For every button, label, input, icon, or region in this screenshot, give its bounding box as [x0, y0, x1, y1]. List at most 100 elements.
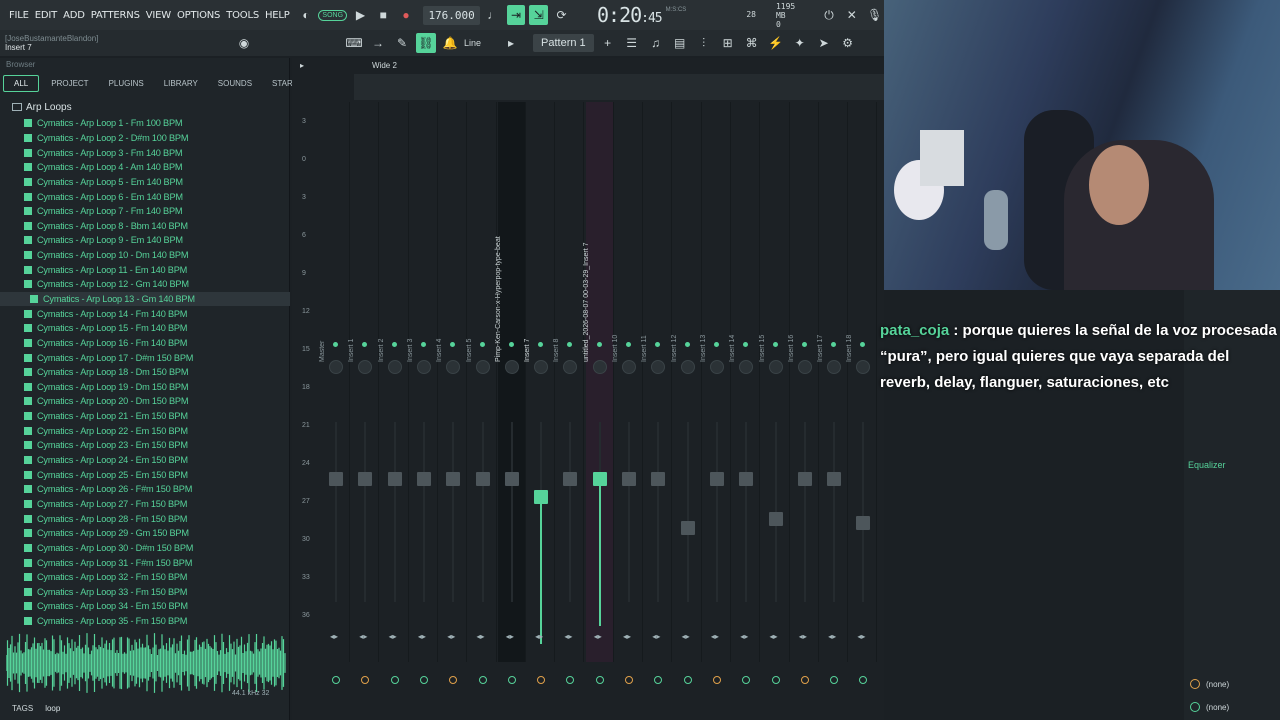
- pat-song-toggle-icon[interactable]: ◐: [297, 5, 316, 25]
- mixer-icon[interactable]: ⫶: [694, 33, 714, 53]
- snap-selector[interactable]: Line: [464, 38, 481, 48]
- file-item[interactable]: Cymatics - Arp Loop 18 - Dm 150 BPM: [0, 365, 290, 380]
- mixer-strip[interactable]: Insert 5◂▸▲: [466, 102, 497, 684]
- file-item[interactable]: Cymatics - Arp Loop 13 - Gm 140 BPM: [0, 291, 290, 307]
- file-item[interactable]: Cymatics - Arp Loop 3 - Fm 140 BPM: [0, 145, 290, 160]
- file-item[interactable]: Cymatics - Arp Loop 10 - Dm 140 BPM: [0, 248, 290, 263]
- equalizer-label[interactable]: Equalizer: [1188, 460, 1226, 470]
- volume-fader[interactable]: [504, 472, 519, 487]
- route-button[interactable]: [654, 676, 663, 684]
- stereo-separation-icon[interactable]: ◂▸: [359, 632, 367, 641]
- menu-patterns[interactable]: PATTERNS: [88, 10, 143, 21]
- add-pattern-icon[interactable]: +: [598, 33, 618, 53]
- playlist-icon[interactable]: ☰: [622, 33, 642, 53]
- route-button[interactable]: [742, 676, 751, 684]
- pan-knob[interactable]: [416, 360, 431, 374]
- route-button[interactable]: [800, 676, 809, 684]
- mute-led-icon[interactable]: [655, 342, 661, 347]
- pan-knob[interactable]: [651, 360, 666, 374]
- play-icon[interactable]: ▶: [351, 5, 370, 25]
- mute-led-icon[interactable]: [420, 342, 426, 347]
- pan-knob[interactable]: [358, 360, 373, 374]
- file-item[interactable]: Cymatics - Arp Loop 9 - Em 140 BPM: [0, 233, 290, 248]
- volume-fader[interactable]: [358, 472, 373, 487]
- file-item[interactable]: Cymatics - Arp Loop 12 - Gm 140 BPM: [0, 277, 290, 292]
- route-button[interactable]: [449, 676, 458, 684]
- mute-led-icon[interactable]: [596, 342, 602, 347]
- browser-icon[interactable]: ⊞: [718, 33, 738, 53]
- song-mode-button[interactable]: SONG: [318, 9, 348, 21]
- slot-none-1[interactable]: (none): [1190, 679, 1229, 689]
- file-item[interactable]: Cymatics - Arp Loop 23 - Em 150 BPM: [0, 438, 290, 453]
- file-item[interactable]: Cymatics - Arp Loop 29 - Gm 150 BPM: [0, 526, 290, 541]
- pan-knob[interactable]: [504, 360, 519, 374]
- route-button[interactable]: [419, 676, 428, 684]
- mute-led-icon[interactable]: [391, 342, 397, 347]
- pan-knob[interactable]: [387, 360, 402, 374]
- pencil-icon[interactable]: ✎: [392, 33, 412, 53]
- pattern-selector[interactable]: Pattern 1: [533, 34, 594, 52]
- mute-led-icon[interactable]: [772, 342, 778, 347]
- countdown-icon[interactable]: ⇲: [529, 5, 549, 25]
- plugin-icon[interactable]: ⚡: [766, 33, 786, 53]
- mute-led-icon[interactable]: [333, 342, 338, 347]
- pan-knob[interactable]: [446, 360, 461, 374]
- mixer-strip[interactable]: Insert 16◂▸▲: [788, 102, 819, 684]
- file-item[interactable]: Cymatics - Arp Loop 28 - Fm 150 BPM: [0, 511, 290, 526]
- step-edit-icon[interactable]: →: [368, 33, 388, 53]
- file-item[interactable]: Cymatics - Arp Loop 27 - Fm 150 BPM: [0, 497, 290, 512]
- bell-icon[interactable]: 🔔: [440, 33, 460, 53]
- mixer-strip[interactable]: Insert 7◂▸▲: [524, 102, 556, 684]
- volume-fader[interactable]: [739, 472, 754, 487]
- pan-knob[interactable]: [856, 360, 871, 374]
- stereo-separation-icon[interactable]: ◂▸: [564, 632, 572, 641]
- volume-fader[interactable]: [797, 472, 812, 487]
- pan-knob[interactable]: [709, 360, 724, 374]
- mute-led-icon[interactable]: [626, 342, 631, 347]
- mixer-strip[interactable]: Insert 13◂▸▲: [700, 102, 731, 684]
- route-button[interactable]: [830, 676, 839, 684]
- folder-arp-loops[interactable]: Arp Loops: [0, 99, 289, 115]
- pan-knob[interactable]: [329, 360, 343, 374]
- mixer-strip[interactable]: Insert 1◂▸▲: [348, 102, 380, 684]
- browser-tab-plugins[interactable]: PLUGINS: [101, 76, 152, 91]
- mute-led-icon[interactable]: [362, 342, 368, 347]
- route-button[interactable]: [566, 676, 575, 684]
- mixer-strip[interactable]: Master◂▸▲: [319, 102, 350, 684]
- volume-fader[interactable]: [651, 472, 666, 487]
- channel-rack-icon[interactable]: ▤: [670, 33, 690, 53]
- mute-led-icon[interactable]: [450, 342, 456, 347]
- browser-tab-project[interactable]: PROJECT: [43, 76, 96, 91]
- sample-waveform[interactable]: [6, 633, 286, 693]
- file-item[interactable]: Cymatics - Arp Loop 1 - Fm 100 BPM: [0, 116, 290, 131]
- file-item[interactable]: Cymatics - Arp Loop 20 - Dm 150 BPM: [0, 394, 290, 409]
- loop-record-icon[interactable]: ⟳: [552, 5, 571, 25]
- pan-knob[interactable]: [797, 360, 812, 374]
- file-item[interactable]: Cymatics - Arp Loop 25 - Em 150 BPM: [0, 467, 290, 482]
- stereo-separation-icon[interactable]: ◂▸: [652, 632, 660, 641]
- microphone-icon[interactable]: 🎙: [865, 5, 884, 25]
- volume-fader[interactable]: [856, 515, 871, 530]
- volume-fader[interactable]: [329, 472, 343, 487]
- route-button[interactable]: [478, 676, 487, 684]
- stereo-separation-icon[interactable]: ◂▸: [506, 632, 514, 641]
- stereo-separation-icon[interactable]: ◂▸: [418, 632, 426, 641]
- file-item[interactable]: Cymatics - Arp Loop 14 - Fm 140 BPM: [0, 306, 290, 321]
- tempo-display[interactable]: 176.000: [423, 5, 480, 25]
- project-tree-icon[interactable]: ⌘: [742, 33, 762, 53]
- mute-led-icon[interactable]: [860, 342, 866, 347]
- file-item[interactable]: Cymatics - Arp Loop 8 - Bbm 140 BPM: [0, 218, 290, 233]
- volume-fader[interactable]: [534, 490, 549, 505]
- arrow-right-icon[interactable]: ▸: [501, 33, 521, 53]
- pan-knob[interactable]: [680, 360, 695, 374]
- route-button[interactable]: [859, 676, 868, 684]
- mixer-strip[interactable]: Insert 15◂▸▲: [759, 102, 790, 684]
- record-icon[interactable]: ●: [397, 5, 416, 25]
- menu-tools[interactable]: TOOLS: [223, 10, 262, 21]
- volume-fader[interactable]: [680, 521, 695, 535]
- browser-tab-all[interactable]: ALL: [3, 74, 40, 92]
- mixer-strip[interactable]: Insert 3◂▸▲: [407, 102, 438, 684]
- mixer-strip[interactable]: Pimp-Ken-Carson-x-Hyperpop-type-beat◂▸▲: [495, 102, 526, 684]
- file-item[interactable]: Cymatics - Arp Loop 11 - Em 140 BPM: [0, 262, 290, 277]
- file-item[interactable]: Cymatics - Arp Loop 32 - Fm 150 BPM: [0, 570, 290, 585]
